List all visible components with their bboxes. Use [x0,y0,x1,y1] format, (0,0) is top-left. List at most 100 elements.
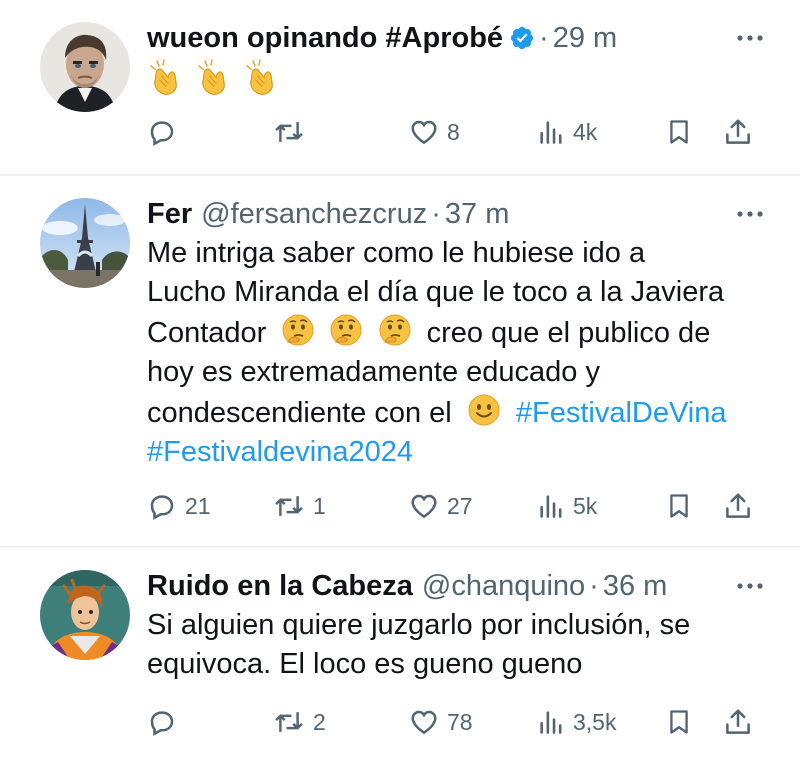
tweet-text-line: Me intriga saber como le hubiese ido a [147,237,646,269]
reply-icon [150,711,174,736]
retweet-icon [275,496,303,516]
retweet-icon [275,712,303,732]
tweet-actions: 21 1 27 5k [147,486,760,526]
display-name[interactable]: Ruido en la Cabeza [147,570,413,603]
more-icon [737,211,763,217]
bookmark-icon [670,710,688,734]
reply-count: 21 [185,492,211,519]
tweet-text-segment: creo que el publico de [426,317,711,349]
bookmark-button[interactable] [665,112,693,152]
retweet-button[interactable]: 1 [273,486,326,526]
tweet-text-line: Lucho Miranda el día que le toco a la Ja… [147,276,725,308]
hashtag-link[interactable]: #FestivalDeVina [516,397,727,429]
separator-dot: · [589,569,599,602]
share-icon [726,493,750,518]
slightly-smiling-face-emoji [466,392,502,428]
tweet-text-line: condescendiente con el #FestivalDeVina [147,392,770,433]
thinking-face-emoji [280,312,316,348]
tweet-text-line: Si alguien quiere juzgarlo por inclusión… [147,609,691,641]
views-button[interactable]: 4k [537,112,597,152]
like-button[interactable]: 8 [409,112,460,152]
reply-icon [150,495,174,520]
views-icon [540,495,562,518]
tweet[interactable]: wueon opinando #Aprobé · 29 m 8 4k [0,0,800,176]
bookmark-icon [670,120,688,144]
tweet-actions: 2 78 3,5k [147,702,760,742]
tweet-text-line: #Festivaldevina2024 [147,433,770,472]
retweet-count: 1 [313,492,326,519]
share-icon [726,119,750,144]
user-handle[interactable]: @fersanchezcruz [201,198,427,231]
retweet-count: 2 [313,708,326,735]
more-options-button[interactable] [730,18,770,58]
retweet-button[interactable] [273,112,313,152]
view-count: 5k [573,492,598,519]
tweet-header: Ruido en la Cabeza @chanquino · 36 m [147,566,770,606]
like-icon [411,494,437,519]
thinking-face-emoji [328,312,364,348]
timestamp[interactable]: 37 m [445,198,509,231]
views-button[interactable]: 5k [537,486,597,526]
retweet-icon [275,122,303,142]
tweet-text: Me intriga saber como le hubiese ido a L… [147,234,770,472]
tweet-actions: 8 4k [147,112,760,152]
separator-dot: · [539,21,549,54]
reply-icon [150,121,174,146]
share-button[interactable] [723,486,753,526]
tweet-text: Si alguien quiere juzgarlo por inclusión… [147,606,770,684]
like-button[interactable]: 27 [409,486,473,526]
display-name[interactable]: wueon opinando #Aprobé [147,22,503,55]
display-name[interactable]: Fer [147,198,192,231]
thinking-face-emoji [377,312,413,348]
reply-button[interactable] [147,702,185,742]
tweet-text-segment: Contador [147,317,267,349]
share-button[interactable] [723,702,753,742]
bookmark-icon [670,494,688,518]
avatar[interactable] [40,198,130,288]
clapping-hands-emoji [147,58,187,96]
timestamp[interactable]: 36 m [603,570,667,603]
like-count: 78 [447,708,473,735]
view-count: 3,5k [573,708,617,735]
reply-button[interactable]: 21 [147,486,211,526]
tweet-content: Ruido en la Cabeza @chanquino · 36 m Si … [147,566,770,684]
more-options-button[interactable] [730,194,770,234]
tweet-text-line: equivoca. El loco es gueno gueno [147,648,583,680]
tweet-text [147,58,770,102]
like-icon [411,710,437,735]
verified-icon [509,25,535,51]
like-icon [411,120,437,145]
timestamp[interactable]: 29 m [553,22,617,55]
like-button[interactable]: 78 [409,702,473,742]
hashtag-link[interactable]: #Festivaldevina2024 [147,436,413,468]
views-icon [540,121,562,144]
tweet-content: wueon opinando #Aprobé · 29 m [147,18,770,102]
share-icon [726,709,750,734]
tweet-content: Fer @fersanchezcruz · 37 m Me intriga sa… [147,194,770,472]
tweet[interactable]: Fer @fersanchezcruz · 37 m Me intriga sa… [0,176,800,548]
separator-dot: · [431,197,441,230]
like-count: 27 [447,492,473,519]
more-icon [737,35,763,41]
view-count: 4k [573,118,598,145]
clapping-hands-emoji [195,58,235,96]
tweet-text-line: hoy es extremadamente educado y [147,356,600,388]
tweet[interactable]: Ruido en la Cabeza @chanquino · 36 m Si … [0,548,800,758]
tweet-text-segment: condescendiente con el [147,397,452,429]
bookmark-button[interactable] [665,702,693,742]
avatar[interactable] [40,570,130,660]
views-button[interactable]: 3,5k [537,702,616,742]
reply-button[interactable] [147,112,185,152]
tweet-text-line: Contador creo que el publico de [147,312,770,353]
avatar[interactable] [40,22,130,112]
retweet-button[interactable]: 2 [273,702,326,742]
share-button[interactable] [723,112,753,152]
more-icon [737,583,763,589]
user-handle[interactable]: @chanquino [422,570,585,603]
views-icon [540,711,562,734]
bookmark-button[interactable] [665,486,693,526]
timeline-feed: wueon opinando #Aprobé · 29 m 8 4k Fer @… [0,0,800,758]
more-options-button[interactable] [730,566,770,606]
clapping-hands-emoji [243,58,283,96]
tweet-header: wueon opinando #Aprobé · 29 m [147,18,770,58]
